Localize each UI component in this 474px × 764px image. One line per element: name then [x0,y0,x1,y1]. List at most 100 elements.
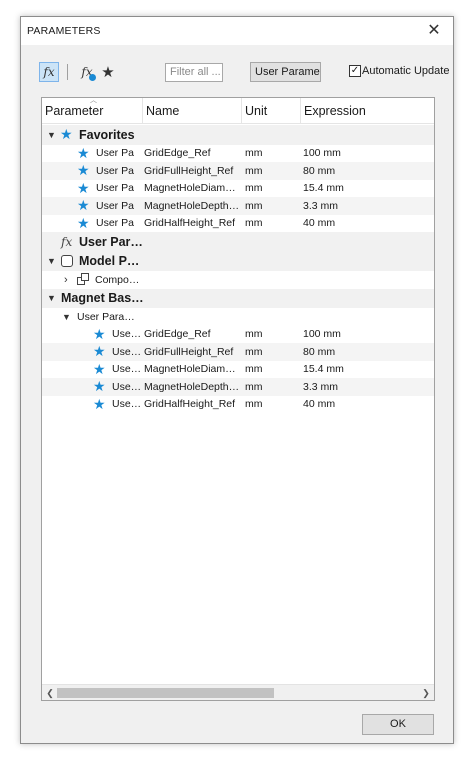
unit-cell: mm [245,328,263,341]
group-label: Magnet Bas… [61,291,144,306]
group-label: Favorites [79,127,135,142]
star-icon[interactable]: ★ [93,361,106,379]
parameter-row[interactable]: ★ User Pa GridFullHeight_Ref mm 80 mm [42,162,434,180]
star-icon: ★ [60,126,73,143]
expression-cell: 100 mm [303,328,341,341]
parameter-row[interactable]: ★ Use… GridHalfHeight_Ref mm 40 mm [42,396,434,414]
name-cell: GridEdge_Ref [144,328,211,341]
parameter-cell: User Pa [96,217,134,230]
name-cell: GridEdge_Ref [144,147,211,160]
star-icon[interactable]: ★ [93,378,106,396]
unit-cell: mm [245,217,263,230]
group-user-parameters[interactable]: fx User Par… [42,232,434,252]
scrollbar-thumb[interactable] [57,688,274,698]
name-cell: MagnetHoleDepth… [144,380,240,393]
expression-cell: 80 mm [303,345,336,358]
toolbar: fx fx ★ Filter all ... User Paramet ✓ Au… [39,61,449,83]
fx-icon[interactable]: fx [39,62,59,82]
name-cell: MagnetHoleDiam… [144,182,236,195]
group-model-parameters[interactable]: ▼ Model P… [42,251,434,272]
star-icon[interactable]: ★ [77,215,90,233]
star-icon[interactable]: ★ [77,180,90,198]
expression-cell: 80 mm [303,164,336,177]
column-header-expression[interactable]: Expression [301,98,434,124]
title-bar: PARAMETERS ✕ [21,17,453,45]
column-header-unit[interactable]: Unit [242,98,301,124]
star-icon[interactable]: ★ [93,326,106,344]
name-cell: GridFullHeight_Ref [144,345,234,358]
column-header-name[interactable]: Name [143,98,242,124]
parameter-row[interactable]: ★ User Pa MagnetHoleDepth… mm 3.3 mm [42,197,434,215]
parameter-row[interactable]: ★ Use… MagnetHoleDiam… mm 15.4 mm [42,361,434,379]
chevron-down-icon[interactable]: ▼ [47,125,56,145]
filter-input[interactable]: Filter all ... [165,63,223,82]
column-header-parameter[interactable]: Parameter [42,98,143,124]
link-badge-icon [89,74,96,81]
user-parameter-button[interactable]: User Paramet [250,62,321,82]
automatic-update-label: Automatic Update [362,65,450,77]
parameter-row[interactable]: ★ Use… MagnetHoleDepth… mm 3.3 mm [42,378,434,396]
name-cell: MagnetHoleDiam… [144,363,236,376]
chevron-down-icon[interactable]: ▼ [47,289,56,309]
group-label: User Par… [79,234,143,249]
table-header: ︿ Parameter Name Unit Expression [42,98,434,124]
magnet-user-params-subgroup[interactable]: ▼ User Para… [42,308,434,326]
toolbar-separator [67,64,68,80]
unit-cell: mm [245,363,263,376]
name-cell: GridHalfHeight_Ref [144,398,236,411]
parameter-row[interactable]: ★ User Pa MagnetHoleDiam… mm 15.4 mm [42,180,434,198]
parameter-row[interactable]: ★ User Pa GridEdge_Ref mm 100 mm [42,145,434,163]
unit-cell: mm [245,199,263,212]
parameter-cell: Use… [112,380,142,393]
horizontal-scrollbar[interactable]: ❮ ❯ [42,684,434,700]
parameter-row[interactable]: ★ User Pa GridHalfHeight_Ref mm 40 mm [42,215,434,233]
fx-icon: fx [61,234,73,249]
parameters-dialog: PARAMETERS ✕ fx fx ★ Filter all ... User… [20,16,454,744]
expression-cell: 3.3 mm [303,380,339,393]
parameter-row[interactable]: ★ Use… GridEdge_Ref mm 100 mm [42,326,434,344]
unit-cell: mm [245,345,263,358]
unit-cell: mm [245,380,263,393]
star-icon[interactable]: ★ [93,343,106,361]
scroll-left-icon[interactable]: ❮ [43,685,57,700]
parameter-cell: Use… [112,363,142,376]
group-magnet-base[interactable]: ▼ Magnet Bas… [42,288,434,309]
parameter-row[interactable]: ★ Use… GridFullHeight_Ref mm 80 mm [42,343,434,361]
chevron-down-icon[interactable]: ▼ [62,308,71,326]
subgroup-label: User Para… [77,310,135,323]
star-icon[interactable]: ★ [77,197,90,215]
automatic-update-checkbox[interactable]: ✓ Automatic Update [349,65,449,77]
name-cell: MagnetHoleDepth… [144,199,240,212]
expression-cell: 40 mm [303,398,336,411]
parameter-cell: User Pa [96,164,134,177]
star-icon[interactable]: ★ [93,396,106,414]
group-favorites[interactable]: ▼ ★ Favorites [42,125,434,145]
expression-cell: 15.4 mm [303,363,344,376]
favorites-star-icon[interactable]: ★ [99,62,117,82]
component-label: Compo… [95,273,140,286]
unit-cell: mm [245,147,263,160]
close-icon[interactable]: ✕ [423,23,445,39]
unit-cell: mm [245,398,263,411]
parameter-cell: Use… [112,345,142,358]
parameter-cell: User Pa [96,182,134,195]
ok-button[interactable]: OK [362,714,434,735]
dialog-title: PARAMETERS [27,25,101,37]
unit-cell: mm [245,182,263,195]
star-icon[interactable]: ★ [77,145,90,163]
component-icon [77,271,90,289]
checkbox-icon[interactable]: ✓ [349,65,361,77]
chevron-right-icon[interactable]: › [64,271,68,289]
expression-cell: 40 mm [303,217,336,230]
scroll-right-icon[interactable]: ❯ [419,685,433,700]
model-box-icon [61,252,73,272]
name-cell: GridHalfHeight_Ref [144,217,236,230]
star-icon[interactable]: ★ [77,162,90,180]
chevron-down-icon[interactable]: ▼ [47,252,56,272]
fx-linked-icon[interactable]: fx [77,62,97,82]
component-row[interactable]: › Compo… [42,271,434,289]
parameter-cell: User Pa [96,199,134,212]
unit-cell: mm [245,164,263,177]
parameters-table[interactable]: ︿ Parameter Name Unit Expression ▼ ★ Fav… [41,97,435,701]
parameter-cell: Use… [112,398,142,411]
